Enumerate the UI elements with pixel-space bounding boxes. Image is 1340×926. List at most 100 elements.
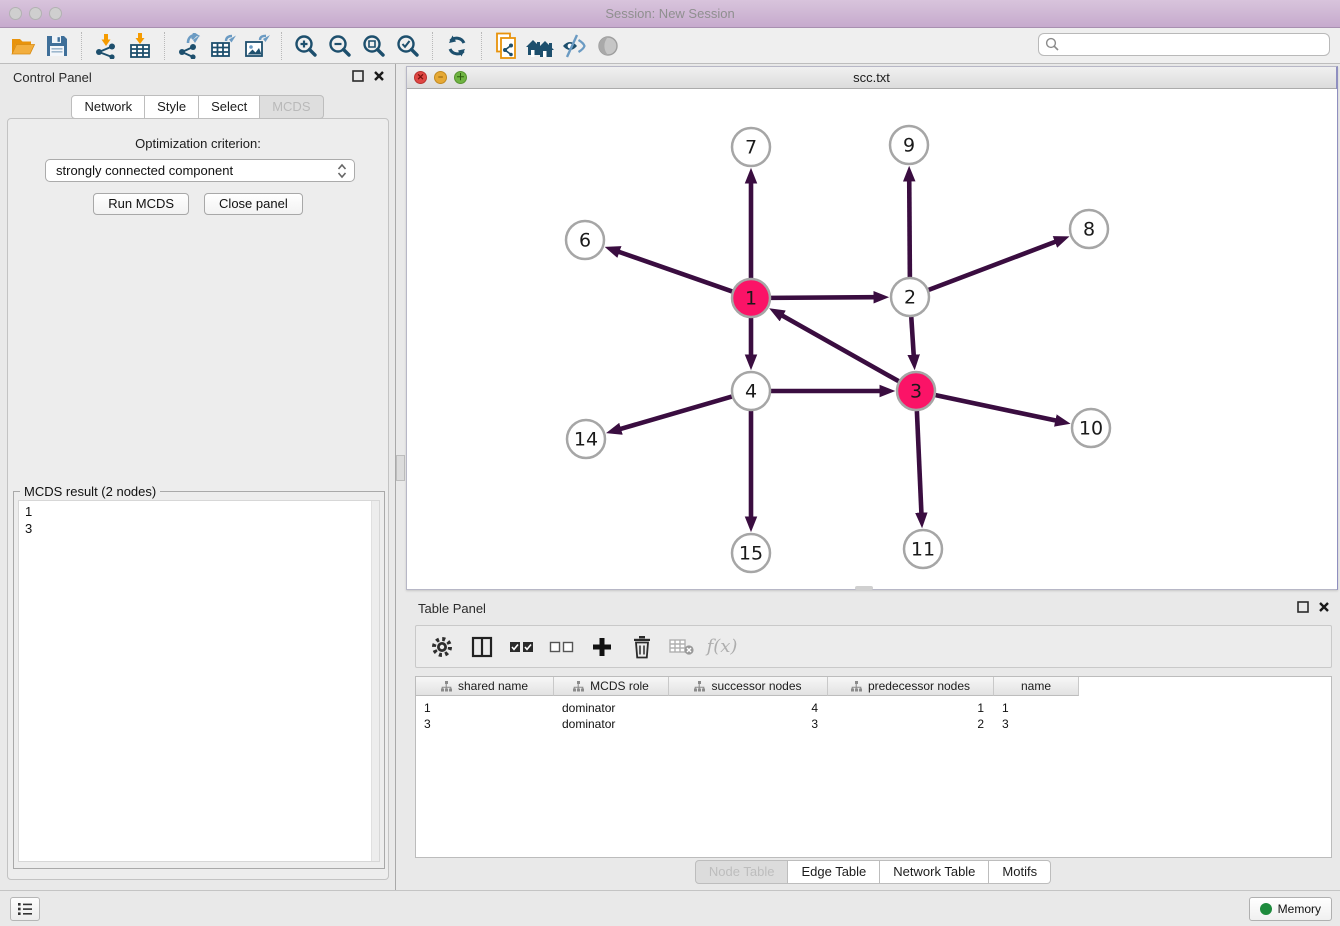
mcds-result-title: MCDS result (2 nodes) <box>20 484 160 499</box>
table-row[interactable]: 3 dominator 3 2 3 <box>416 716 1331 732</box>
graph-edge-1-6[interactable] <box>619 252 732 292</box>
graph-edge-4-14[interactable] <box>621 397 732 429</box>
search-input[interactable] <box>1038 33 1330 56</box>
app-close-button[interactable] <box>9 7 22 20</box>
select-stepper-icon <box>337 163 347 179</box>
import-table-icon[interactable] <box>123 31 157 61</box>
zoom-selected-icon[interactable] <box>391 31 425 61</box>
zoom-out-icon[interactable] <box>323 31 357 61</box>
table-panel-title: Table Panel <box>418 601 486 616</box>
graph-node-6[interactable]: 6 <box>566 221 604 259</box>
panel-split-grip[interactable] <box>396 455 405 481</box>
graph-node-15[interactable]: 15 <box>732 534 770 572</box>
network-maximize-icon[interactable]: ＋ <box>454 71 467 84</box>
birds-eye-icon[interactable] <box>591 31 625 61</box>
list-icon <box>17 902 33 916</box>
close-panel-button[interactable]: Close panel <box>204 193 303 215</box>
result-scrollbar[interactable] <box>371 501 379 861</box>
graph-edge-2-3[interactable] <box>911 317 913 355</box>
task-history-button[interactable] <box>10 897 40 921</box>
graph-edge-3-10[interactable] <box>936 395 1056 420</box>
tab-node-table[interactable]: Node Table <box>695 860 789 884</box>
column-type-icon <box>694 681 705 692</box>
deselect-all-columns-icon[interactable] <box>544 632 580 662</box>
optimization-criterion-label: Optimization criterion: <box>8 136 388 151</box>
float-panel-icon[interactable] <box>352 70 364 82</box>
column-header-mcds-role[interactable]: MCDS role <box>554 677 669 696</box>
column-header-name[interactable]: name <box>994 677 1079 696</box>
graph-node-1[interactable]: 1 <box>732 279 770 317</box>
graph-node-14[interactable]: 14 <box>567 420 605 458</box>
tab-mcds[interactable]: MCDS <box>260 95 323 119</box>
create-column-icon[interactable] <box>584 632 620 662</box>
column-type-icon <box>851 681 862 692</box>
close-table-panel-icon[interactable] <box>1318 601 1330 613</box>
graph-edge-1-2[interactable] <box>771 297 874 298</box>
graph-edge-2-8[interactable] <box>929 242 1056 290</box>
network-overview-icon[interactable] <box>523 31 557 61</box>
table-panel: Table Panel f(x) <box>406 596 1340 888</box>
zoom-fit-icon[interactable] <box>357 31 391 61</box>
network-view-window: ✕ − ＋ scc.txt 7 9 6 8 1 2 4 3 14 10 15 11 <box>406 66 1338 590</box>
export-image-icon[interactable] <box>240 31 274 61</box>
export-network-icon[interactable] <box>172 31 206 61</box>
window-resize-grip[interactable] <box>855 586 873 590</box>
graph-node-9[interactable]: 9 <box>890 126 928 164</box>
tab-motifs[interactable]: Motifs <box>989 860 1051 884</box>
column-header-successor-nodes[interactable]: successor nodes <box>669 677 828 696</box>
save-icon[interactable] <box>40 31 74 61</box>
optimization-select-value: strongly connected component <box>56 163 233 178</box>
clone-network-icon[interactable] <box>489 31 523 61</box>
select-all-columns-icon[interactable] <box>504 632 540 662</box>
memory-button[interactable]: Memory <box>1249 897 1332 921</box>
tab-network[interactable]: Network <box>71 95 145 119</box>
graph-edge-3-11[interactable] <box>917 411 922 513</box>
export-table-icon[interactable] <box>206 31 240 61</box>
refresh-view-icon[interactable] <box>440 31 474 61</box>
graph-edge-3-1[interactable] <box>782 316 898 382</box>
graph-node-2[interactable]: 2 <box>891 278 929 316</box>
close-panel-icon[interactable] <box>373 70 385 82</box>
table-row[interactable]: 1 dominator 4 1 1 <box>416 700 1331 716</box>
column-header-shared-name[interactable]: shared name <box>416 677 554 696</box>
table-options-gear-icon[interactable] <box>424 632 460 662</box>
graph-node-label: 7 <box>745 137 757 159</box>
import-network-icon[interactable] <box>89 31 123 61</box>
graph-node-4[interactable]: 4 <box>732 372 770 410</box>
network-window-titlebar[interactable]: ✕ − ＋ scc.txt <box>407 67 1336 89</box>
fx-label: f(x) <box>707 636 738 657</box>
graph-edge-2-9[interactable] <box>909 181 910 277</box>
graph-node-label: 8 <box>1083 219 1095 241</box>
tab-network-table[interactable]: Network Table <box>880 860 989 884</box>
run-mcds-button[interactable]: Run MCDS <box>93 193 189 215</box>
graph-node-7[interactable]: 7 <box>732 128 770 166</box>
column-header-predecessor-nodes[interactable]: predecessor nodes <box>828 677 994 696</box>
network-close-icon[interactable]: ✕ <box>414 71 427 84</box>
network-canvas[interactable]: 7 9 6 8 1 2 4 3 14 10 15 11 <box>407 89 1337 589</box>
delete-table-icon[interactable] <box>664 632 700 662</box>
mcds-result-list[interactable]: 1 3 <box>18 500 380 862</box>
optimization-select[interactable]: strongly connected component <box>45 159 355 182</box>
graph-node-10[interactable]: 10 <box>1072 409 1110 447</box>
graph-node-label: 4 <box>745 381 757 403</box>
graph-node-8[interactable]: 8 <box>1070 210 1108 248</box>
hide-graphics-icon[interactable] <box>557 31 591 61</box>
graph-node-11[interactable]: 11 <box>904 530 942 568</box>
tab-edge-table[interactable]: Edge Table <box>788 860 880 884</box>
show-columns-icon[interactable] <box>464 632 500 662</box>
control-panel: Control Panel Network Style Select MCDS … <box>0 64 396 890</box>
graph-node-label: 3 <box>910 381 922 403</box>
float-table-panel-icon[interactable] <box>1297 601 1309 613</box>
zoom-in-icon[interactable] <box>289 31 323 61</box>
function-builder-icon[interactable]: f(x) <box>704 632 740 662</box>
network-minimize-icon[interactable]: − <box>434 71 447 84</box>
open-file-icon[interactable] <box>6 31 40 61</box>
app-minimize-button[interactable] <box>29 7 42 20</box>
delete-column-icon[interactable] <box>624 632 660 662</box>
tab-style[interactable]: Style <box>145 95 199 119</box>
control-panel-tabs: Network Style Select MCDS <box>0 95 395 119</box>
app-zoom-button[interactable] <box>49 7 62 20</box>
tab-select[interactable]: Select <box>199 95 260 119</box>
graph-node-3[interactable]: 3 <box>897 372 935 410</box>
graph-node-label: 14 <box>574 429 598 451</box>
